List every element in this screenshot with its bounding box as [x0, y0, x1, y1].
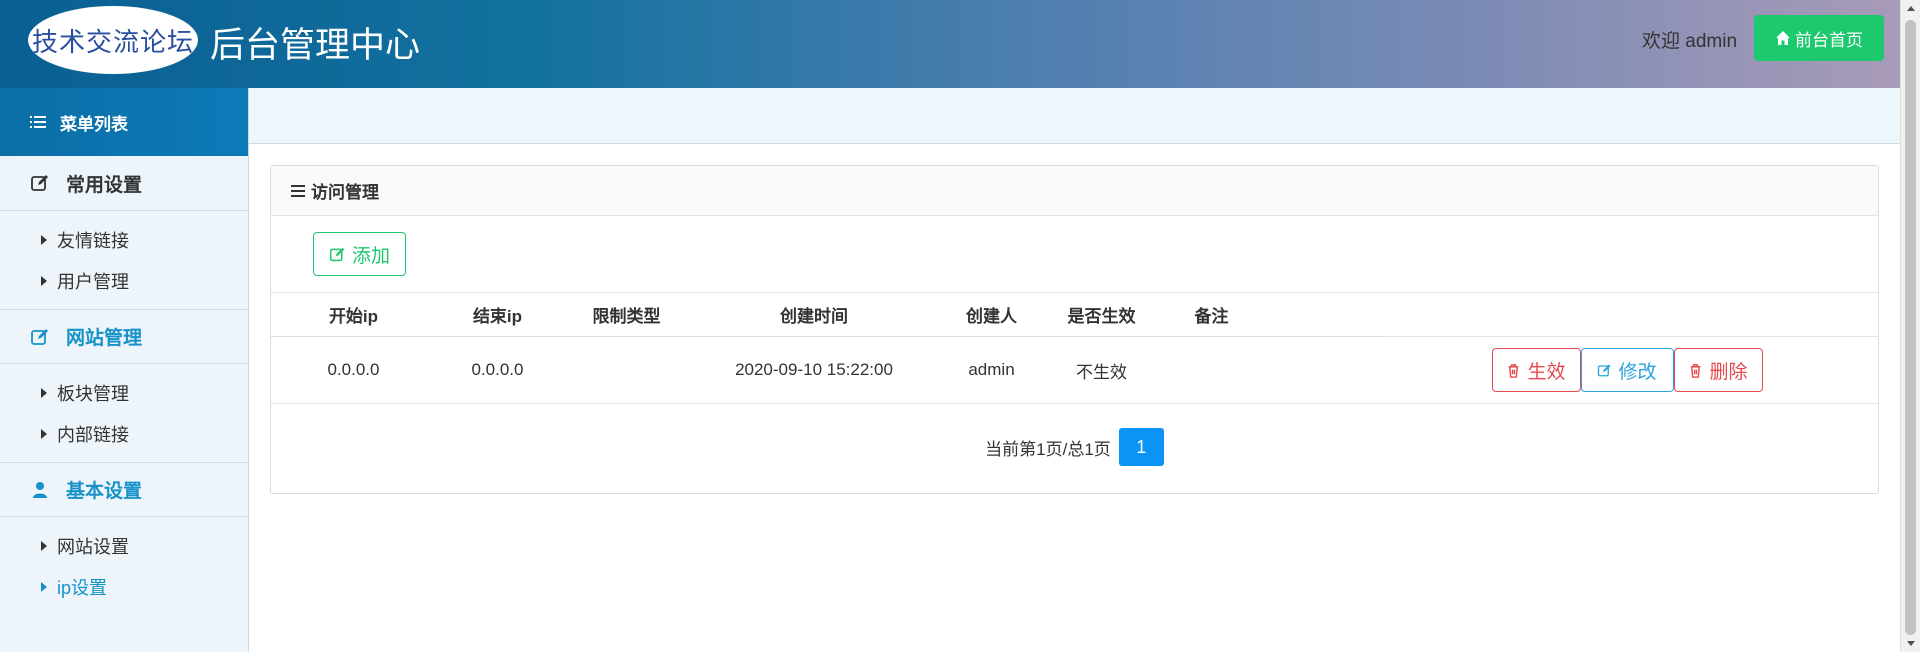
site-logo[interactable]: 技术交流论坛 [28, 6, 198, 74]
edit-icon [1598, 364, 1611, 376]
menu-list-header: 菜单列表 [0, 88, 248, 156]
sidebar-item-ip-settings[interactable]: ip设置 [0, 566, 248, 607]
table-header-row: 开始ip 结束ip 限制类型 创建时间 创建人 是否生效 备注 [271, 292, 1878, 337]
access-table: 开始ip 结束ip 限制类型 创建时间 创建人 是否生效 备注 0.0.0.0 … [271, 292, 1878, 404]
sidebar-item-label: 内部链接 [57, 424, 129, 445]
access-management-panel: 访问管理 添加 开始ip 结束ip 限制类型 创建时间 创建人 是否生效 备注 … [270, 165, 1879, 494]
cell-limit-type [559, 337, 694, 404]
sidebar-group-label: 网站管理 [66, 328, 143, 349]
caret-right-icon [41, 428, 47, 439]
delete-button[interactable]: 删除 [1673, 348, 1763, 392]
sidebar-item-internal-links[interactable]: 内部链接 [0, 413, 248, 454]
column-header: 限制类型 [592, 307, 661, 326]
caret-right-icon [41, 234, 47, 245]
pagination: 当前第1页/总1页 1 [271, 428, 1878, 466]
column-header: 结束ip [472, 307, 523, 326]
scroll-up-arrow-icon[interactable] [1907, 6, 1915, 11]
cell-actions: 生效 修改 删除 [1269, 337, 1878, 404]
table-header-divider [271, 336, 1384, 337]
edit-button[interactable]: 修改 [1580, 348, 1674, 392]
home-button-label: 前台首页 [1795, 30, 1863, 50]
sidebar: 菜单列表 常用设置 友情链接 用户管理 网站管理 板块管理 内部链接 基本设置 … [0, 88, 249, 652]
caret-right-icon [41, 581, 47, 592]
list-icon [30, 116, 46, 128]
edit-icon [31, 175, 48, 191]
app-header: 技术交流论坛 后台管理中心 欢迎 admin 前台首页 [0, 0, 1900, 88]
column-header: 备注 [1194, 307, 1229, 326]
caret-right-icon [41, 275, 47, 286]
sidebar-item-friend-links[interactable]: 友情链接 [0, 219, 248, 260]
sidebar-group-label: 基本设置 [66, 481, 143, 502]
panel-title: 访问管理 [311, 183, 379, 202]
caret-right-icon [41, 387, 47, 398]
sidebar-item-label: 网站设置 [57, 536, 129, 557]
panel-header: 访问管理 [271, 166, 1878, 216]
menu-list-title: 菜单列表 [60, 114, 128, 134]
sidebar-group-basic-settings[interactable]: 基本设置 [0, 462, 248, 517]
column-header: 是否生效 [1067, 307, 1136, 326]
caret-right-icon [41, 540, 47, 551]
column-header: 创建人 [966, 307, 1017, 326]
welcome-text: 欢迎 admin [1642, 31, 1738, 52]
main-content: 访问管理 添加 开始ip 结束ip 限制类型 创建时间 创建人 是否生效 备注 … [249, 88, 1900, 652]
sidebar-item-label: 板块管理 [57, 383, 129, 404]
sidebar-item-site-settings[interactable]: 网站设置 [0, 525, 248, 566]
activate-button-label: 生效 [1527, 361, 1566, 383]
cell-created-at: 2020-09-10 15:22:00 [735, 360, 893, 379]
cell-creator: admin [968, 360, 1015, 379]
edit-icon [31, 328, 48, 345]
sidebar-item-label: 用户管理 [57, 271, 129, 292]
cell-start-ip: 0.0.0.0 [327, 360, 380, 379]
logo-text: 技术交流论坛 [31, 27, 194, 58]
sidebar-item-label: 友情链接 [57, 230, 129, 251]
sidebar-group-label: 常用设置 [66, 174, 143, 196]
column-header: 创建时间 [780, 307, 848, 326]
edit-button-label: 修改 [1618, 361, 1657, 383]
admin-title: 后台管理中心 [210, 26, 421, 66]
page-button-current[interactable]: 1 [1118, 428, 1164, 466]
sidebar-item-label: ip设置 [57, 577, 108, 598]
frontend-home-button[interactable]: 前台首页 [1754, 15, 1884, 61]
menu-bars-icon [291, 184, 305, 197]
user-icon [33, 481, 47, 498]
trash-icon [1509, 363, 1519, 378]
add-button[interactable]: 添加 [313, 232, 406, 276]
sidebar-group-common-settings[interactable]: 常用设置 [0, 156, 248, 211]
cell-effective: 不生效 [1076, 362, 1127, 382]
scroll-thumb[interactable] [1905, 20, 1916, 635]
cell-remark [1154, 337, 1269, 404]
sidebar-group-site-management[interactable]: 网站管理 [0, 309, 248, 364]
sidebar-item-board-management[interactable]: 板块管理 [0, 372, 248, 413]
activate-button[interactable]: 生效 [1491, 348, 1581, 392]
pagination-info: 当前第1页/总1页 [985, 439, 1111, 459]
page-scrollbar[interactable] [1900, 0, 1920, 652]
column-header: 开始ip [328, 307, 379, 326]
trash-icon [1691, 363, 1701, 378]
column-header-actions [1269, 293, 1878, 337]
table-row: 0.0.0.0 0.0.0.0 2020-09-10 15:22:00 admi… [271, 336, 1878, 404]
home-icon [1776, 31, 1790, 45]
scroll-down-arrow-icon[interactable] [1907, 641, 1915, 646]
delete-button-label: 删除 [1709, 361, 1748, 383]
cell-end-ip: 0.0.0.0 [471, 360, 524, 379]
add-button-label: 添加 [351, 245, 390, 267]
content-topbar [249, 88, 1900, 144]
edit-icon [329, 247, 345, 261]
sidebar-item-user-management[interactable]: 用户管理 [0, 260, 248, 301]
